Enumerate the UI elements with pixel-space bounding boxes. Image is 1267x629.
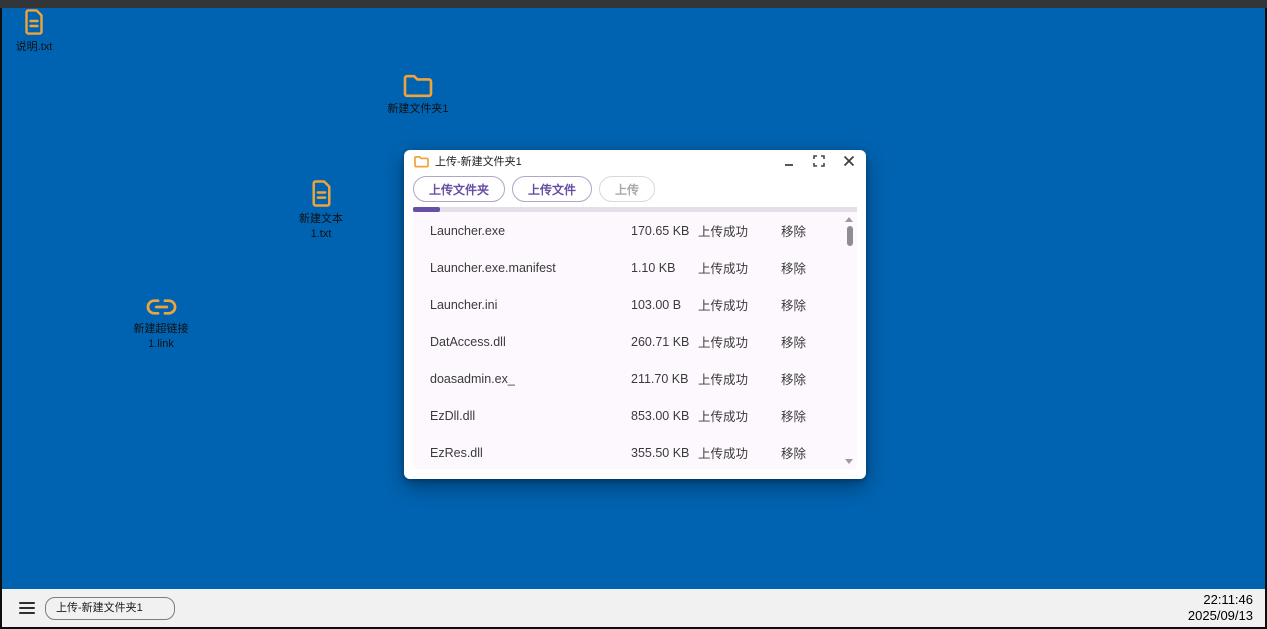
file-name: Launcher.exe.manifest [430, 261, 631, 275]
file-size: 260.71 KB [631, 335, 698, 349]
file-size: 853.00 KB [631, 409, 698, 423]
desktop-icon-label: 新建超链接 [134, 322, 189, 337]
clock-time: 22:11:46 [1188, 592, 1253, 608]
file-row: Launcher.ini 103.00 B 上传成功 移除 [413, 286, 857, 323]
window-titlebar[interactable]: 上传-新建文件夹1 [404, 150, 866, 171]
taskbar-task-button[interactable]: 上传-新建文件夹1 [45, 597, 175, 620]
file-row: DatAccess.dll 260.71 KB 上传成功 移除 [413, 323, 857, 360]
link-icon [145, 296, 178, 318]
file-status: 上传成功 [698, 332, 781, 351]
clock-date: 2025/09/13 [1188, 608, 1253, 624]
desktop-icon-label: 新建文件夹1 [387, 102, 448, 117]
document-icon [310, 180, 333, 208]
file-row: EzDll.dll 853.00 KB 上传成功 移除 [413, 397, 857, 434]
file-name: DatAccess.dll [430, 335, 631, 349]
desktop-icon-shuoming-txt[interactable]: 说明.txt [2, 9, 74, 55]
maximize-icon[interactable] [812, 154, 826, 168]
file-size: 355.50 KB [631, 446, 698, 460]
menu-icon[interactable] [19, 602, 35, 614]
file-status: 上传成功 [698, 295, 781, 314]
file-name: EzRes.dll [430, 446, 631, 460]
file-size: 170.65 KB [631, 224, 698, 238]
file-name: EzDll.dll [430, 409, 631, 423]
desktop: 说明.txt 新建文件夹1 新建文本 1.txt [2, 8, 1265, 627]
desktop-icon-new-folder-1[interactable]: 新建文件夹1 [378, 73, 458, 117]
clock: 22:11:46 2025/09/13 [1188, 592, 1253, 624]
desktop-icon-new-text-1-txt[interactable]: 新建文本 1.txt [281, 180, 361, 242]
file-row: EzRes.dll 355.50 KB 上传成功 移除 [413, 434, 857, 469]
file-size: 103.00 B [631, 298, 698, 312]
file-name: doasadmin.ex_ [430, 372, 631, 386]
upload-window: 上传-新建文件夹1 上传文件夹 上传 [404, 150, 866, 479]
desktop-icon-label-line2: 1.txt [311, 227, 332, 242]
upload-folder-button[interactable]: 上传文件夹 [413, 176, 505, 202]
screen: 说明.txt 新建文件夹1 新建文本 1.txt [0, 0, 1267, 629]
file-status: 上传成功 [698, 221, 781, 240]
window-title: 上传-新建文件夹1 [435, 153, 782, 169]
folder-icon [403, 73, 433, 98]
document-icon [23, 9, 45, 36]
screen-top-bezel [0, 0, 1267, 8]
file-row: Launcher.exe.manifest 1.10 KB 上传成功 移除 [413, 249, 857, 286]
scroll-down-icon[interactable] [845, 459, 853, 464]
scrollbar[interactable] [843, 212, 857, 469]
upload-button[interactable]: 上传 [599, 176, 655, 202]
file-status: 上传成功 [698, 369, 781, 388]
upload-file-button[interactable]: 上传文件 [512, 176, 592, 202]
desktop-icon-label-line2: 1.link [148, 337, 174, 352]
file-row: doasadmin.ex_ 211.70 KB 上传成功 移除 [413, 360, 857, 397]
upload-toolbar: 上传文件夹 上传文件 上传 [404, 171, 866, 207]
file-list: Launcher.exe 170.65 KB 上传成功 移除 Launcher.… [413, 212, 857, 469]
desktop-icon-new-hyperlink-1-link[interactable]: 新建超链接 1.link [121, 296, 201, 352]
folder-icon [414, 155, 429, 167]
minimize-icon[interactable] [782, 154, 796, 168]
file-status: 上传成功 [698, 258, 781, 277]
file-row: Launcher.exe 170.65 KB 上传成功 移除 [413, 212, 857, 249]
file-name: Launcher.exe [430, 224, 631, 238]
file-size: 1.10 KB [631, 261, 698, 275]
file-status: 上传成功 [698, 406, 781, 425]
file-status: 上传成功 [698, 443, 781, 462]
file-size: 211.70 KB [631, 372, 698, 386]
scrollbar-thumb[interactable] [847, 226, 853, 246]
desktop-icon-label: 说明.txt [16, 40, 53, 55]
desktop-icon-label: 新建文本 [299, 212, 343, 227]
close-icon[interactable] [842, 154, 856, 168]
file-name: Launcher.ini [430, 298, 631, 312]
taskbar: 上传-新建文件夹1 22:11:46 2025/09/13 [2, 589, 1265, 627]
scroll-up-icon[interactable] [845, 217, 853, 222]
